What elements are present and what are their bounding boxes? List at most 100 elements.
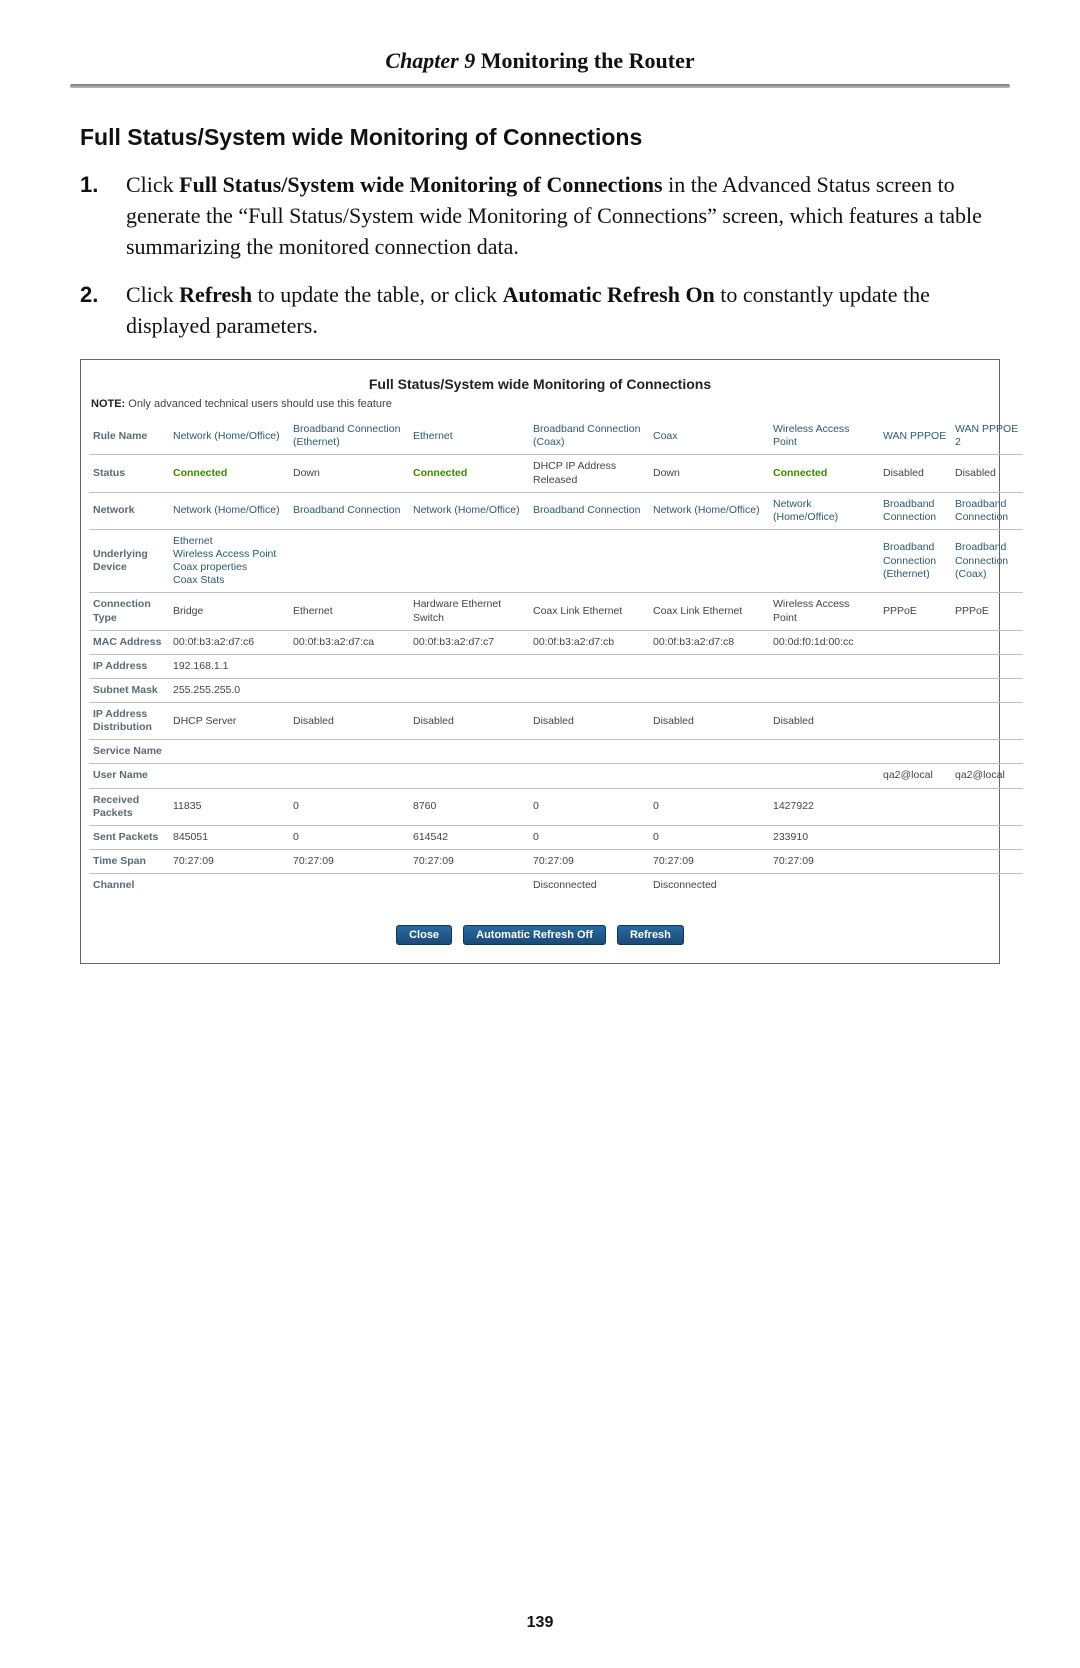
cell bbox=[289, 678, 409, 702]
cell bbox=[169, 764, 289, 788]
cell: Down bbox=[289, 455, 409, 492]
row-label: IP Address bbox=[89, 654, 169, 678]
divider bbox=[70, 84, 1010, 88]
cell: 1427922 bbox=[769, 788, 879, 825]
cell: Wireless Access Point bbox=[769, 593, 879, 630]
cell: 00:0d:f0:1d:00:cc bbox=[769, 630, 879, 654]
cell: Connected bbox=[769, 455, 879, 492]
cell: Broadband Connection (Ethernet) bbox=[289, 418, 409, 455]
table-row: IP Address192.168.1.1 bbox=[89, 654, 1023, 678]
cell: PPPoE bbox=[951, 593, 1023, 630]
cell bbox=[951, 740, 1023, 764]
cell: Network (Home/Office) bbox=[169, 418, 289, 455]
close-button[interactable]: Close bbox=[396, 925, 452, 945]
section-title: Full Status/System wide Monitoring of Co… bbox=[80, 124, 1000, 151]
row-label: Time Span bbox=[89, 849, 169, 873]
cell: 00:0f:b3:a2:d7:c6 bbox=[169, 630, 289, 654]
cell bbox=[769, 654, 879, 678]
cell: 233910 bbox=[769, 825, 879, 849]
row-label: Received Packets bbox=[89, 788, 169, 825]
cell bbox=[951, 788, 1023, 825]
cell: 70:27:09 bbox=[409, 849, 529, 873]
row-label: IP Address Distribution bbox=[89, 703, 169, 740]
cell bbox=[289, 654, 409, 678]
cell: 0 bbox=[289, 825, 409, 849]
cell bbox=[769, 874, 879, 898]
row-label: Sent Packets bbox=[89, 825, 169, 849]
cell: DHCP IP Address Released bbox=[529, 455, 649, 492]
step-num: 1. bbox=[80, 169, 126, 200]
panel-note: NOTE: Only advanced technical users shou… bbox=[91, 398, 991, 410]
cell bbox=[951, 678, 1023, 702]
cell: Coax bbox=[649, 418, 769, 455]
cell: 70:27:09 bbox=[529, 849, 649, 873]
cell: 0 bbox=[529, 788, 649, 825]
cell: 255.255.255.0 bbox=[169, 678, 289, 702]
cell: Wireless Access Point bbox=[769, 418, 879, 455]
cell: 70:27:09 bbox=[649, 849, 769, 873]
cell bbox=[289, 740, 409, 764]
cell: Broadband Connection bbox=[951, 492, 1023, 529]
cell bbox=[169, 874, 289, 898]
row-label: Connection Type bbox=[89, 593, 169, 630]
step-num: 2. bbox=[80, 279, 126, 310]
cell bbox=[769, 678, 879, 702]
cell: Disabled bbox=[289, 703, 409, 740]
status-table: Rule NameNetwork (Home/Office)Broadband … bbox=[89, 418, 1023, 897]
table-row: Underlying DeviceEthernetWireless Access… bbox=[89, 529, 1023, 593]
table-row: IP Address DistributionDHCP ServerDisabl… bbox=[89, 703, 1023, 740]
table-row: StatusConnectedDownConnectedDHCP IP Addr… bbox=[89, 455, 1023, 492]
cell bbox=[529, 654, 649, 678]
table-row: ChannelDisconnectedDisconnected bbox=[89, 874, 1023, 898]
page-number: 139 bbox=[0, 1614, 1080, 1632]
cell: 70:27:09 bbox=[169, 849, 289, 873]
cell: Connected bbox=[409, 455, 529, 492]
cell bbox=[529, 740, 649, 764]
table-row: Rule NameNetwork (Home/Office)Broadband … bbox=[89, 418, 1023, 455]
cell bbox=[951, 825, 1023, 849]
cell bbox=[649, 764, 769, 788]
cell bbox=[951, 849, 1023, 873]
cell: Broadband Connection (Ethernet) bbox=[879, 529, 951, 593]
refresh-button[interactable]: Refresh bbox=[617, 925, 684, 945]
table-row: Sent Packets845051061454200233910 bbox=[89, 825, 1023, 849]
cell: 11835 bbox=[169, 788, 289, 825]
cell bbox=[169, 740, 289, 764]
cell bbox=[529, 764, 649, 788]
chapter-heading: Chapter 9 Monitoring the Router bbox=[80, 48, 1000, 74]
cell: Connected bbox=[169, 455, 289, 492]
row-label: Channel bbox=[89, 874, 169, 898]
cell: Bridge bbox=[169, 593, 289, 630]
row-label: Subnet Mask bbox=[89, 678, 169, 702]
cell: 614542 bbox=[409, 825, 529, 849]
cell bbox=[649, 654, 769, 678]
cell: Disabled bbox=[649, 703, 769, 740]
cell bbox=[879, 788, 951, 825]
cell: 0 bbox=[649, 825, 769, 849]
cell bbox=[879, 678, 951, 702]
auto-refresh-button[interactable]: Automatic Refresh Off bbox=[463, 925, 606, 945]
cell bbox=[409, 678, 529, 702]
cell bbox=[529, 529, 649, 593]
cell: 00:0f:b3:a2:d7:c7 bbox=[409, 630, 529, 654]
cell bbox=[879, 874, 951, 898]
cell: 0 bbox=[649, 788, 769, 825]
cell: 0 bbox=[289, 788, 409, 825]
cell bbox=[879, 849, 951, 873]
cell: Network (Home/Office) bbox=[409, 492, 529, 529]
cell: Disabled bbox=[769, 703, 879, 740]
table-row: Service Name bbox=[89, 740, 1023, 764]
cell: Broadband Connection (Coax) bbox=[951, 529, 1023, 593]
button-row: Close Automatic Refresh Off Refresh bbox=[89, 925, 991, 945]
cell bbox=[409, 529, 529, 593]
cell: DHCP Server bbox=[169, 703, 289, 740]
cell bbox=[879, 654, 951, 678]
cell bbox=[409, 874, 529, 898]
chapter-title: Monitoring the Router bbox=[481, 48, 695, 73]
cell bbox=[649, 529, 769, 593]
cell: Disconnected bbox=[529, 874, 649, 898]
row-label: User Name bbox=[89, 764, 169, 788]
cell bbox=[289, 764, 409, 788]
cell bbox=[951, 630, 1023, 654]
cell bbox=[409, 764, 529, 788]
